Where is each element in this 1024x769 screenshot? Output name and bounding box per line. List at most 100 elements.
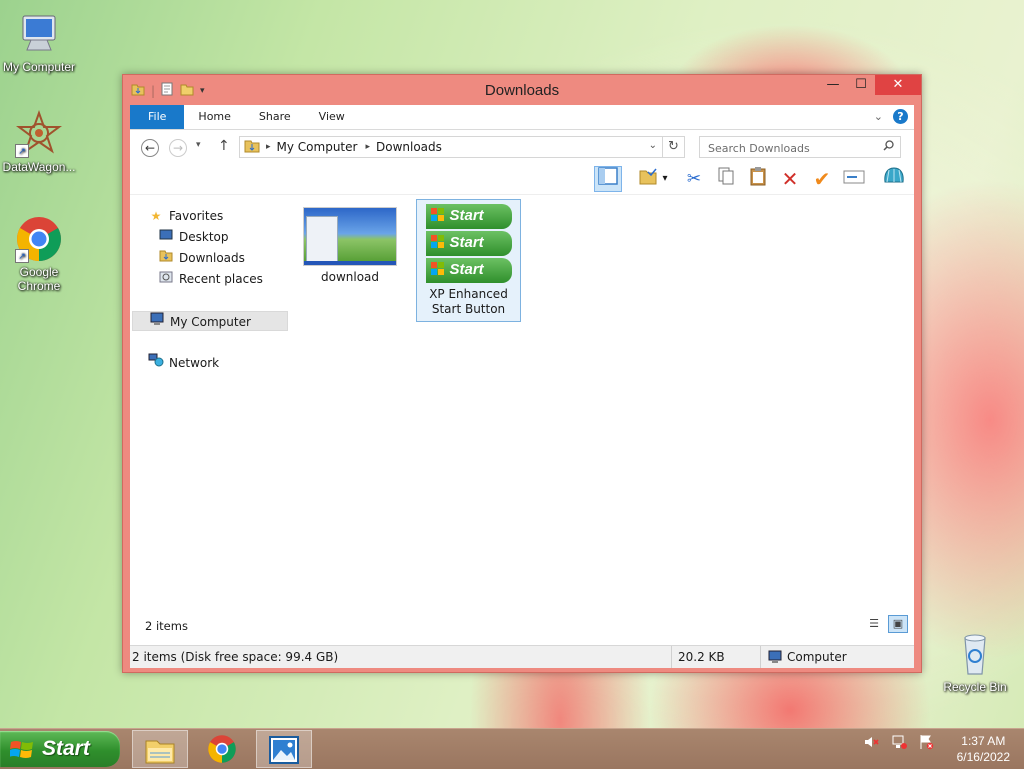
computer-icon [15, 10, 63, 58]
nav-label: Desktop [179, 230, 229, 244]
tab-share[interactable]: Share [245, 105, 305, 129]
up-arrow-icon[interactable]: ↑ [218, 138, 230, 154]
start-button[interactable]: Start [0, 731, 120, 767]
start-button-thumbnail: Start Start Start [425, 204, 512, 283]
rename-icon[interactable] [840, 166, 868, 192]
computer-icon [149, 312, 165, 332]
nav-favorites[interactable]: ★ Favorites [148, 206, 224, 226]
file-item-xp-start-button[interactable]: Start Start Start XP Enhanced Start Butt… [416, 199, 521, 322]
desktop-icon-label: DataWagon... [2, 160, 76, 174]
window-title: Downloads [484, 82, 560, 99]
copy-icon[interactable] [712, 166, 740, 192]
nav-desktop[interactable]: Desktop [158, 227, 229, 247]
status-computer-icon [767, 650, 783, 667]
chrome-icon [207, 735, 237, 767]
downloads-folder-icon [244, 139, 260, 156]
tab-view[interactable]: View [305, 105, 359, 129]
title-bar[interactable]: | ▾ Downloads — ☐ ✕ [123, 75, 921, 105]
windows-flag-icon [9, 739, 34, 767]
nav-label: Favorites [169, 209, 224, 223]
taskbar-chrome[interactable] [194, 730, 250, 768]
status-location: Computer [787, 650, 847, 664]
breadcrumb-separator[interactable]: ▸ [266, 142, 271, 152]
recycle-bin-icon [951, 630, 999, 678]
desktop-icon-label: Recycle Bin [943, 680, 1007, 694]
file-item-download[interactable]: download [300, 207, 400, 285]
recent-locations-icon[interactable]: ▾ [196, 140, 201, 150]
file-list: download Start Start Start XP Enhanced S… [290, 199, 914, 641]
recent-places-icon [158, 269, 174, 289]
star-icon: ★ [150, 209, 162, 223]
desktop-icon-google-chrome[interactable]: ↗ Google Chrome [0, 215, 79, 293]
datawagon-logo-icon: ↗ [15, 110, 63, 158]
forward-button[interactable]: → [169, 139, 187, 157]
downloads-folder-icon [158, 248, 174, 268]
tab-file[interactable]: File [130, 105, 185, 129]
desktop-icon-datawagon[interactable]: ↗ DataWagon... [0, 110, 79, 174]
status-size: 20.2 KB [678, 650, 725, 664]
ribbon-tabs: File Home Share View ⌄ ? [130, 105, 914, 130]
windows-flag-icon [430, 208, 445, 225]
delete-icon[interactable]: ✕ [776, 166, 804, 192]
breadcrumb-downloads[interactable]: Downloads [376, 140, 442, 154]
search-box[interactable] [699, 136, 901, 158]
nav-label: Downloads [179, 251, 245, 265]
action-center-flag-icon[interactable] [918, 735, 934, 753]
ribbon-right-controls: ⌄ ? [874, 109, 908, 124]
search-icon[interactable] [883, 140, 894, 154]
nav-network[interactable]: Network [148, 353, 219, 373]
nav-recent-places[interactable]: Recent places [158, 269, 263, 289]
nav-downloads[interactable]: Downloads [158, 248, 245, 268]
preview-pane-button[interactable] [594, 166, 622, 192]
back-button[interactable]: ← [141, 139, 159, 157]
start-label: Start [42, 737, 90, 760]
file-name: XP Enhanced Start Button [429, 287, 508, 316]
shell-icon[interactable] [880, 166, 908, 192]
breadcrumb-separator[interactable]: ▸ [365, 142, 370, 152]
refresh-button[interactable]: ↻ [663, 136, 685, 158]
status-info: 2 items (Disk free space: 99.4 GB) [132, 650, 339, 664]
taskbar-file-explorer[interactable] [132, 730, 188, 768]
clock[interactable]: 1:37 AM 6/16/2022 [957, 733, 1010, 765]
start-text: Start [449, 261, 484, 278]
nav-my-computer[interactable]: My Computer [132, 311, 288, 331]
network-icon [148, 353, 164, 373]
close-button[interactable]: ✕ [875, 75, 921, 95]
taskbar-photo-viewer[interactable] [256, 730, 312, 768]
file-explorer-icon [144, 740, 176, 768]
explorer-window[interactable]: | ▾ Downloads — ☐ ✕ File Home Share View… [122, 74, 922, 673]
search-input[interactable] [706, 138, 880, 158]
folder-options-dropdown-icon[interactable]: ▾ [658, 166, 672, 192]
desktop-icon-recycle-bin[interactable]: Recycle Bin [935, 630, 1015, 694]
view-switcher: ☰ ▣ [864, 615, 908, 633]
maximize-button[interactable]: ☐ [847, 75, 875, 95]
command-toolbar: ▾ ✂ ✕ ✔ [130, 164, 914, 195]
desktop-icon-my-computer[interactable]: My Computer [0, 10, 79, 74]
start-text: Start [449, 234, 484, 251]
desktop-icon [158, 227, 174, 247]
checkmark-icon[interactable]: ✔ [808, 166, 836, 192]
nav-label: Network [169, 356, 220, 370]
large-icons-view-icon[interactable]: ▣ [888, 615, 908, 633]
volume-muted-icon[interactable] [863, 737, 882, 753]
address-dropdown-icon[interactable]: ⌄ [649, 140, 657, 151]
paste-icon[interactable] [744, 166, 772, 192]
window-controls: — ☐ ✕ [819, 75, 921, 95]
taskbar: Start 1:37 AM 6/16/2022 [0, 728, 1024, 769]
image-thumbnail [303, 207, 397, 266]
cut-icon[interactable]: ✂ [680, 166, 708, 192]
breadcrumb-my-computer[interactable]: My Computer [277, 140, 358, 154]
minimize-button[interactable]: — [819, 75, 847, 95]
network-status-icon[interactable] [891, 735, 910, 753]
photo-viewer-icon [269, 736, 299, 767]
shortcut-arrow-icon: ↗ [15, 249, 29, 263]
clock-time: 1:37 AM [961, 734, 1006, 748]
details-view-icon[interactable]: ☰ [864, 615, 884, 633]
status-divider [671, 646, 672, 668]
address-bar[interactable]: ▸ My Computer ▸ Downloads ⌄ [239, 136, 663, 158]
nav-label: Recent places [179, 272, 263, 286]
expand-ribbon-icon[interactable]: ⌄ [874, 110, 883, 123]
tab-home[interactable]: Home [184, 105, 244, 129]
item-count: 2 items [145, 619, 188, 633]
help-icon[interactable]: ? [893, 109, 908, 124]
